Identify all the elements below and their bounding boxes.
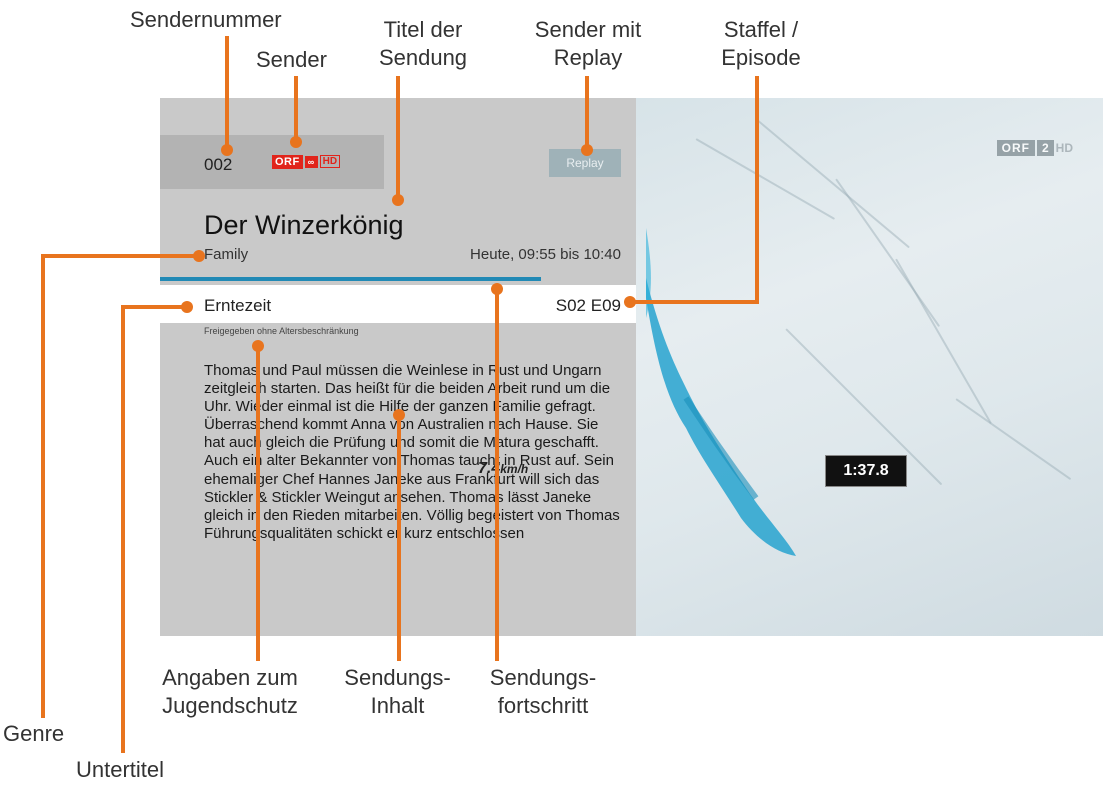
channel-logo: ORF ∞ HD [272,153,341,170]
label-youth-protection: Angaben zum Jugendschutz [150,664,310,720]
label-show-title-line2: Sendung [378,45,468,70]
tv-channel-logo: ORF 2 HD [996,140,1073,156]
progress-bar [160,277,541,281]
speed-unit: km/h [500,462,529,476]
show-title: Der Winzerkönig [204,210,404,240]
label-youth-line1: Angaben zum [162,665,298,690]
label-subtitle: Untertitel [76,757,165,782]
genre: Family [204,246,249,263]
label-season-line1: Staffel / [723,17,799,42]
label-show-progress: Sendungs- fortschritt [478,664,608,720]
tv-orf-logo: ORF [996,140,1035,156]
label-replay-line2: Replay [553,45,623,70]
race-timer: 1:37.8 [825,455,907,487]
episode-subtitle: Erntezeit [204,296,272,315]
label-show-content: Sendungs- Inhalt [335,664,460,720]
channel-number: 002 [204,155,233,174]
label-genre: Genre [3,721,65,746]
airtime: Heute, 09:55 bis 10:40 [470,246,621,263]
tv-screen: 002 ORF ∞ HD Replay Der Winzerkönig Fami… [160,98,1103,636]
label-season-episode: Staffel / Episode [706,16,816,72]
show-description: Thomas und Paul müssen die Weinlese in R… [204,362,620,542]
label-replay: Sender mit Replay [518,16,658,72]
label-channel: Sender [256,47,327,72]
orf-2-mark: ∞ [304,155,318,168]
label-content-line2: Inhalt [370,693,425,718]
label-replay-line1: Sender mit [534,17,642,42]
label-show-title: Titel der Sendung [373,16,473,72]
hd-badge: HD [319,155,341,168]
ice-track-graphic [646,228,796,556]
live-video-preview[interactable]: ORF 2 HD [636,98,1103,636]
label-channel-number: Sendernummer [130,7,282,32]
label-progress-line2: fortschritt [497,693,589,718]
orf-logo: ORF [272,154,303,169]
speed-readout: 7.4km/h [478,460,528,478]
tv-channel-num: 2 [1036,140,1054,156]
age-rating: Freigegeben ohne Altersbeschränkung [204,326,359,336]
label-content-line1: Sendungs- [344,665,451,690]
label-season-line2: Episode [721,45,801,70]
season-episode: S02 E09 [555,296,621,315]
label-progress-line1: Sendungs- [489,665,597,690]
label-youth-line2: Jugendschutz [162,693,298,718]
tv-hd-badge: HD [1055,141,1073,155]
label-show-title-line1: Titel der [383,17,463,42]
